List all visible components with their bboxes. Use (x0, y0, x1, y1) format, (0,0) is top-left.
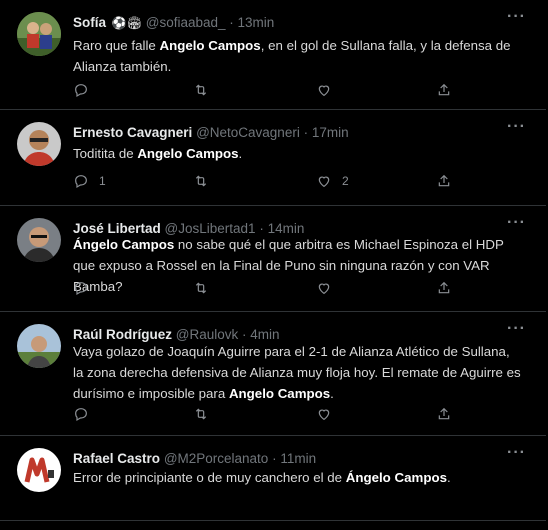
share-button[interactable] (436, 171, 452, 191)
timestamp[interactable]: 4min (250, 327, 279, 342)
mention-bold: Angelo Campos (137, 146, 239, 161)
tweet-text: Error de principiante o de muy canchero … (73, 467, 522, 488)
like-icon (318, 176, 330, 188)
tweet-actions (73, 404, 473, 424)
share-button[interactable] (436, 404, 452, 424)
retweet-icon (195, 408, 207, 420)
tweet-actions (73, 278, 473, 298)
display-name[interactable]: Sofía (73, 15, 106, 30)
separator-dot: · (303, 125, 309, 140)
tweet-feed: Sofía ⚽🏟 @sofiaabad_ · 13min ··· Raro qu… (0, 0, 548, 530)
tweet-actions (73, 80, 473, 100)
mention-bold: Ángelo Campos (73, 237, 175, 252)
retweet-button[interactable] (193, 404, 209, 424)
like-icon (318, 409, 330, 421)
reply-count: 1 (99, 174, 106, 188)
share-button[interactable] (436, 80, 452, 100)
tweet[interactable]: José Libertad @JosLibertad1 · 14min ··· … (0, 205, 546, 311)
more-options-icon[interactable]: ··· (507, 214, 526, 232)
timestamp[interactable]: 13min (238, 15, 275, 30)
avatar-image (17, 324, 61, 368)
reply-button[interactable] (73, 80, 99, 100)
avatar[interactable] (17, 122, 61, 166)
avatar-image (17, 122, 61, 166)
like-button[interactable]: 2 (316, 171, 349, 191)
share-icon (438, 83, 450, 96)
avatar-image (17, 218, 61, 262)
display-name[interactable]: Ernesto Cavagneri (73, 125, 192, 140)
share-icon (438, 407, 450, 420)
more-options-icon[interactable]: ··· (507, 444, 526, 462)
user-handle[interactable]: @NetoCavagneri (196, 125, 300, 140)
avatar[interactable] (17, 12, 61, 56)
separator-dot: · (242, 327, 247, 342)
like-count: 2 (342, 174, 349, 188)
share-icon (438, 174, 450, 187)
tweet[interactable]: Ernesto Cavagneri @NetoCavagneri · 17min… (0, 109, 546, 205)
more-options-icon[interactable]: ··· (507, 118, 526, 136)
user-handle[interactable]: @sofiaabad_ (146, 15, 226, 30)
display-name[interactable]: Rafael Castro (73, 451, 160, 466)
share-icon (438, 281, 450, 294)
tweet-text: Toditita de Angelo Campos. (73, 143, 522, 164)
share-button[interactable] (436, 278, 452, 298)
tweet[interactable]: Raúl Rodríguez @Raulovk · 4min ··· Vaya … (0, 311, 546, 435)
reply-icon (75, 84, 87, 98)
user-handle[interactable]: @M2Porcelanato (164, 451, 269, 466)
reply-button[interactable] (73, 278, 99, 298)
separator-dot: · (272, 451, 277, 466)
like-button[interactable] (316, 80, 342, 100)
avatar-image (17, 12, 61, 56)
retweet-button[interactable] (193, 171, 209, 191)
tweet[interactable]: Sofía ⚽🏟 @sofiaabad_ · 13min ··· Raro qu… (0, 0, 546, 109)
reply-button[interactable]: 1 (73, 171, 106, 191)
name-emojis: ⚽🏟 (111, 16, 142, 30)
text-part: Error de principiante o de muy canchero … (73, 470, 346, 485)
reply-icon (75, 175, 87, 189)
tweet-text: Raro que falle Angelo Campos, en el gol … (73, 35, 522, 77)
text-part: . (238, 146, 243, 161)
timestamp[interactable]: 17min (312, 125, 349, 140)
like-icon (318, 283, 330, 295)
retweet-button[interactable] (193, 80, 209, 100)
retweet-icon (195, 282, 207, 294)
tweet[interactable]: Rafael Castro @M2Porcelanato · 11min ···… (0, 435, 546, 520)
display-name[interactable]: Raúl Rodríguez (73, 327, 172, 342)
tweet-header: Ernesto Cavagneri @NetoCavagneri · 17min (73, 124, 506, 142)
feed-divider (0, 520, 546, 521)
like-icon (318, 85, 330, 97)
mention-bold: Angelo Campos (228, 386, 331, 401)
reply-button[interactable] (73, 404, 99, 424)
user-handle[interactable]: @Raulovk (176, 327, 238, 342)
text-part: Toditita de (73, 146, 138, 161)
more-options-icon[interactable]: ··· (507, 8, 526, 26)
retweet-button[interactable] (193, 278, 209, 298)
timestamp[interactable]: 11min (280, 451, 316, 466)
reply-icon (75, 282, 87, 296)
text-part: Raro que falle (73, 38, 160, 53)
mention-bold: Angelo Campos (159, 38, 261, 53)
avatar-image (17, 448, 61, 492)
retweet-icon (195, 175, 207, 187)
mention-bold: Ángelo Campos (345, 470, 447, 485)
avatar[interactable] (17, 324, 61, 368)
avatar[interactable] (17, 448, 61, 492)
like-button[interactable] (316, 404, 342, 424)
text-part: . (446, 470, 451, 485)
tweet-text: Vaya golazo de Joaquín Aguirre para el 2… (73, 341, 522, 404)
tweet-header: Sofía ⚽🏟 @sofiaabad_ · 13min (73, 14, 506, 32)
retweet-icon (195, 84, 207, 96)
text-part: . (330, 386, 334, 401)
like-button[interactable] (316, 278, 342, 298)
tweet-actions: 1 2 (73, 171, 473, 191)
separator-dot: · (229, 15, 234, 30)
avatar[interactable] (17, 218, 61, 262)
reply-icon (75, 408, 87, 422)
more-options-icon[interactable]: ··· (507, 320, 526, 338)
tweet-header: Rafael Castro @M2Porcelanato · 11min (73, 450, 506, 468)
